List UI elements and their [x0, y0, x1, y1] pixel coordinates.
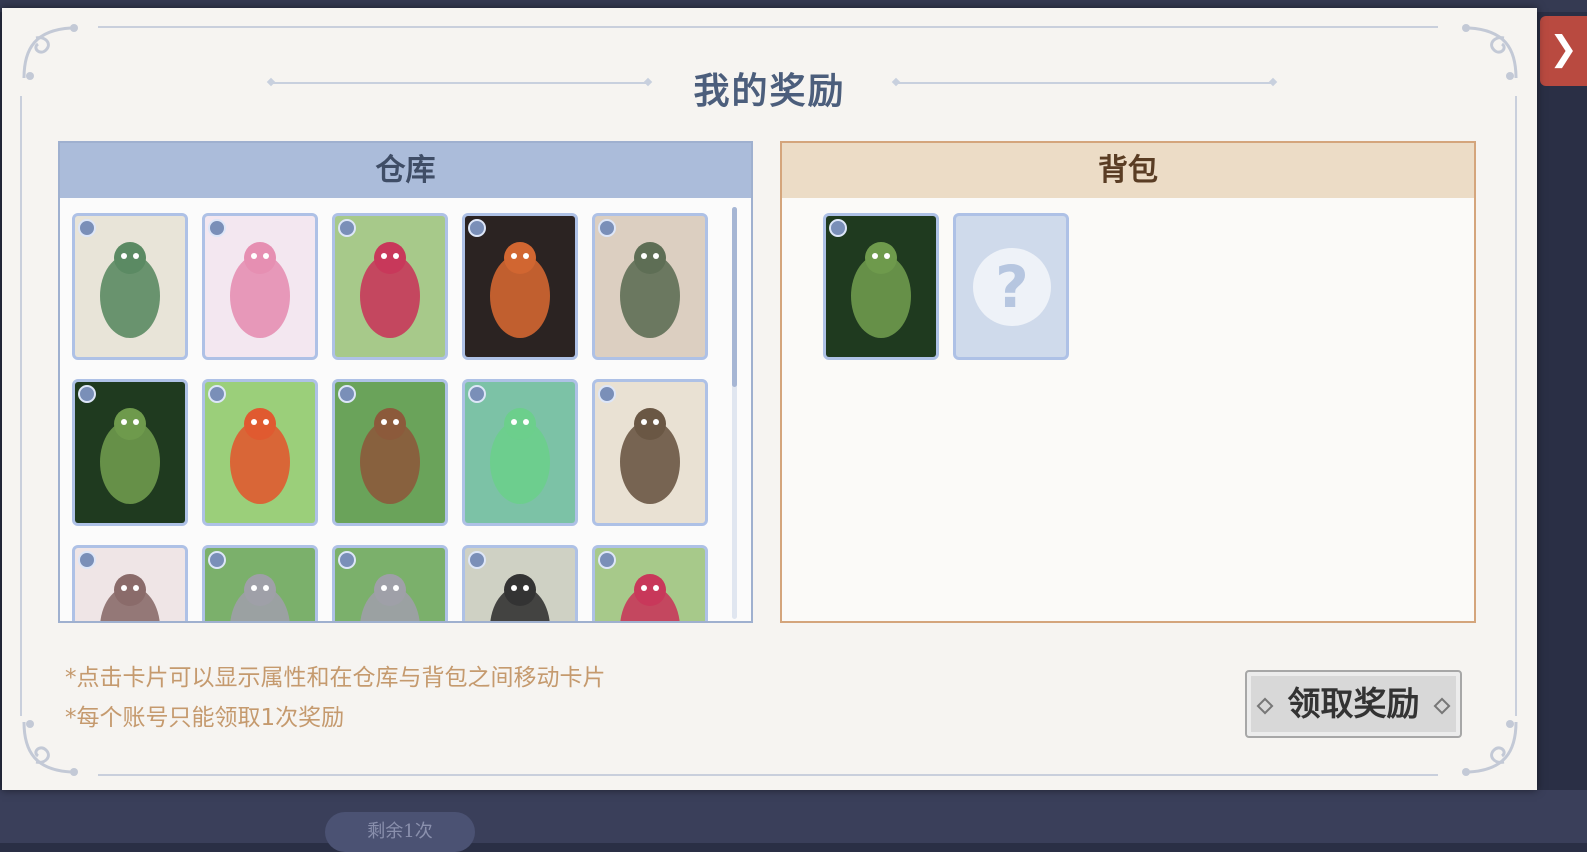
- rarity-badge-icon: [338, 551, 356, 569]
- mantis-art: [75, 382, 185, 523]
- diamond-icon: [1433, 697, 1451, 715]
- hint-claim-once: *每个账号只能领取1次奖励: [65, 705, 345, 731]
- storage-card-grid[interactable]: [72, 213, 722, 621]
- rarity-badge-icon: [208, 219, 226, 237]
- pink-moth-art: [335, 216, 445, 357]
- card-raccoon[interactable]: [202, 545, 318, 621]
- storage-panel: 仓库: [58, 141, 753, 623]
- rewards-dialog: 我的奖励 仓库 背包 ? *点击卡片可以显示属性和在仓库与背包之间移动卡片 *每…: [2, 8, 1537, 790]
- rarity-badge-icon: [338, 219, 356, 237]
- dialog-title: 我的奖励: [693, 70, 846, 112]
- orange-spider-art: [465, 216, 575, 357]
- rarity-badge-icon: [208, 385, 226, 403]
- corner-ornament-bottom-right: [1454, 712, 1524, 782]
- card-pink-moth[interactable]: [332, 213, 448, 360]
- mantis-art: [826, 216, 936, 357]
- card-skeleton-figure[interactable]: [72, 545, 188, 621]
- card-green-beetle-boxer[interactable]: [72, 213, 188, 360]
- card-fairy-flower[interactable]: [202, 213, 318, 360]
- frame-line-top: [98, 26, 1438, 28]
- background-bottom: [0, 790, 1587, 843]
- rarity-badge-icon: [598, 219, 616, 237]
- rarity-badge-icon: [468, 551, 486, 569]
- claim-rewards-label: 领取奖励: [1287, 684, 1420, 723]
- chevron-right-icon: ❯: [1549, 29, 1578, 69]
- tree-stump-art: [335, 382, 445, 523]
- remaining-pill: 剩余1次: [325, 812, 475, 852]
- backpack-card-grid: ?: [823, 213, 1423, 373]
- green-beetle-boxer-art: [75, 216, 185, 357]
- card-mantis[interactable]: [823, 213, 939, 360]
- claim-rewards-button[interactable]: 领取奖励: [1245, 670, 1462, 738]
- frame-line-left: [20, 96, 22, 716]
- robot-soldier-art: [595, 216, 705, 357]
- frame-line-bottom: [98, 774, 1438, 776]
- card-orange-spider[interactable]: [462, 213, 578, 360]
- rarity-badge-icon: [208, 551, 226, 569]
- card-pink-moth[interactable]: [592, 545, 708, 621]
- fairy-flower-art: [205, 216, 315, 357]
- mosquito-art: [595, 382, 705, 523]
- rarity-badge-icon: [78, 551, 96, 569]
- storage-scroll-thumb[interactable]: [732, 207, 737, 387]
- card-raccoon[interactable]: [332, 545, 448, 621]
- backpack-header: 背包: [782, 143, 1474, 198]
- rarity-badge-icon: [468, 385, 486, 403]
- storage-scrollbar[interactable]: [732, 207, 737, 619]
- close-button[interactable]: ❯: [1540, 16, 1587, 86]
- card-mantis[interactable]: [72, 379, 188, 526]
- storage-header: 仓库: [60, 143, 751, 198]
- rarity-badge-icon: [598, 385, 616, 403]
- diamond-icon: [1256, 697, 1274, 715]
- rarity-badge-icon: [78, 219, 96, 237]
- card-mosquito[interactable]: [592, 379, 708, 526]
- card-boy-backpack[interactable]: [202, 379, 318, 526]
- empty-card-slot[interactable]: ?: [953, 213, 1069, 360]
- card-tree-stump[interactable]: [332, 379, 448, 526]
- rarity-badge-icon: [78, 385, 96, 403]
- card-green-creature[interactable]: [462, 379, 578, 526]
- rarity-badge-icon: [829, 219, 847, 237]
- frame-line-right: [1515, 96, 1517, 716]
- boy-backpack-art: [205, 382, 315, 523]
- card-robot-soldier[interactable]: [592, 213, 708, 360]
- rarity-badge-icon: [468, 219, 486, 237]
- rarity-badge-icon: [598, 551, 616, 569]
- hint-move-cards: *点击卡片可以显示属性和在仓库与背包之间移动卡片: [65, 665, 606, 691]
- rarity-badge-icon: [338, 385, 356, 403]
- green-creature-art: [465, 382, 575, 523]
- question-mark-icon: ?: [973, 248, 1051, 326]
- backpack-panel: 背包 ?: [780, 141, 1476, 623]
- card-ninja[interactable]: [462, 545, 578, 621]
